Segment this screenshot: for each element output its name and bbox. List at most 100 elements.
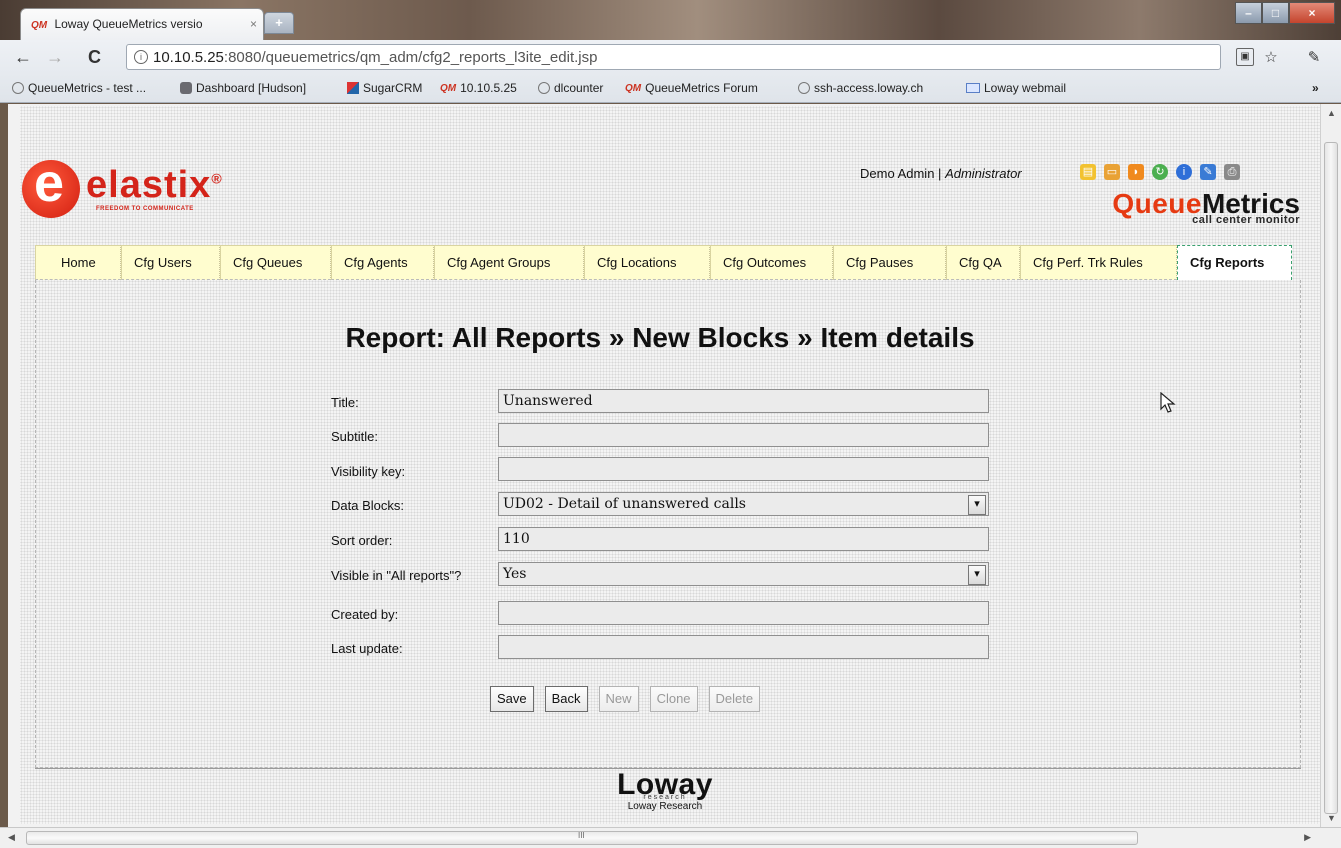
header-icon-bar: ▤ ▭ ◗ ↻ i ✎ ⎙: [1080, 164, 1240, 180]
browser-tab[interactable]: QM Loway QueueMetrics versio ×: [20, 8, 264, 40]
user-role: Administrator: [945, 166, 1022, 181]
cube-icon: [347, 82, 359, 94]
bookmark-label: 10.10.5.25: [460, 81, 517, 95]
link-icon[interactable]: ▭: [1104, 164, 1120, 180]
scroll-down-icon[interactable]: ▼: [1327, 813, 1336, 823]
browser-toolbar: ← → C i 10.10.5.25:8080/queuemetrics/qm_…: [0, 40, 1341, 103]
page-action-icon[interactable]: ▣: [1236, 48, 1254, 66]
wrench-icon[interactable]: ✎: [1305, 48, 1323, 66]
data-blocks-label: Data Blocks:: [331, 498, 404, 513]
bookmark-item[interactable]: Loway webmail: [966, 81, 1066, 95]
scroll-up-icon[interactable]: ▲: [1327, 108, 1336, 118]
bookmarks-overflow-button[interactable]: »: [1312, 81, 1319, 95]
bookmark-star-icon[interactable]: ☆: [1262, 48, 1280, 66]
bookmark-item[interactable]: dlcounter: [538, 81, 603, 95]
bookmark-item[interactable]: QM QueueMetrics Forum: [625, 81, 758, 95]
user-info: Demo Admin | Administrator: [860, 166, 1022, 181]
tab-cfg-reports[interactable]: Cfg Reports: [1177, 245, 1292, 280]
globe-icon: [538, 82, 550, 94]
sort-order-label: Sort order:: [331, 533, 393, 548]
registered-mark: ®: [211, 170, 223, 187]
footer-caption: Loway Research: [627, 801, 703, 812]
elastix-word: elastix: [86, 164, 212, 206]
tab-cfg-outcomes[interactable]: Cfg Outcomes: [710, 245, 833, 280]
bookmarks-bar: QueueMetrics - test ... Dashboard [Hudso…: [0, 74, 1341, 102]
tab-cfg-locations[interactable]: Cfg Locations: [584, 245, 710, 280]
close-window-icon[interactable]: ×: [1289, 2, 1335, 24]
envelope-icon: [966, 83, 980, 93]
data-blocks-select[interactable]: UD02 - Detail of unanswered calls: [498, 492, 989, 516]
globe-icon: [12, 82, 24, 94]
elastix-e-icon: [22, 152, 80, 218]
vertical-scrollbar[interactable]: ▲ ▼: [1320, 104, 1341, 827]
sort-order-input[interactable]: 110: [498, 527, 989, 551]
forward-arrow-icon[interactable]: →: [46, 47, 64, 68]
globe-icon: [798, 82, 810, 94]
tab-cfg-users[interactable]: Cfg Users: [121, 245, 220, 280]
loway-logo[interactable]: Loway research Loway Research: [600, 768, 730, 812]
back-button[interactable]: Back: [544, 686, 588, 712]
bookmark-item[interactable]: QM 10.10.5.25: [440, 81, 517, 95]
bookmark-label: dlcounter: [554, 81, 604, 95]
tab-cfg-agents[interactable]: Cfg Agents: [331, 245, 434, 280]
tab-cfg-agent-groups[interactable]: Cfg Agent Groups: [434, 245, 584, 280]
page-info-icon[interactable]: i: [134, 50, 148, 64]
tab-home[interactable]: Home: [35, 245, 121, 280]
minimize-icon[interactable]: –: [1235, 2, 1262, 24]
qm-icon: QM: [440, 82, 457, 94]
visibility-key-input[interactable]: [498, 457, 989, 481]
info-icon[interactable]: i: [1176, 164, 1192, 180]
subtitle-input[interactable]: [498, 423, 989, 447]
person-icon: [180, 82, 192, 94]
tab-cfg-queues[interactable]: Cfg Queues: [220, 245, 331, 280]
maximize-icon[interactable]: □: [1262, 2, 1289, 24]
print-icon[interactable]: ⎙: [1224, 164, 1240, 180]
bookmark-label: SugarCRM: [363, 81, 423, 95]
tab-cfg-qa[interactable]: Cfg QA: [946, 245, 1020, 280]
visible-in-all-reports-label: Visible in "All reports"?: [331, 568, 462, 583]
user-name: Demo Admin: [860, 166, 935, 181]
scroll-right-icon[interactable]: ▶: [1304, 832, 1311, 843]
vertical-scroll-thumb[interactable]: [1324, 142, 1338, 814]
scroll-left-icon[interactable]: ◀: [8, 832, 15, 843]
address-bar[interactable]: i 10.10.5.25:8080/queuemetrics/qm_adm/cf…: [126, 44, 1221, 70]
bookmark-item[interactable]: ssh-access.loway.ch: [798, 81, 923, 95]
horizontal-scrollbar[interactable]: ◀ III ▶: [0, 827, 1341, 848]
delete-button: Delete: [708, 686, 761, 712]
new-tab-button[interactable]: +: [264, 12, 294, 34]
tab-favicon-icon: QM: [31, 20, 48, 31]
page-title: Report: All Reports » New Blocks » Item …: [345, 322, 975, 353]
tab-cfg-pauses[interactable]: Cfg Pauses: [833, 245, 946, 280]
tab-close-icon[interactable]: ×: [250, 17, 257, 31]
bookmark-item[interactable]: QueueMetrics - test ...: [12, 81, 146, 95]
bookmark-item[interactable]: SugarCRM: [347, 81, 422, 95]
rss-icon[interactable]: ◗: [1128, 164, 1144, 180]
tools-icon[interactable]: ✎: [1200, 164, 1216, 180]
last-update-label: Last update:: [331, 641, 403, 656]
visible-in-all-reports-select[interactable]: Yes: [498, 562, 989, 586]
created-by-label: Created by:: [331, 607, 399, 622]
save-button[interactable]: Save: [490, 686, 534, 712]
qm-logo-queue: Queue: [1112, 188, 1202, 219]
url-host: 10.10.5.25: [153, 49, 224, 66]
queuemetrics-logo[interactable]: QueueMetrics call center monitor: [1050, 188, 1300, 226]
browser-title-bar: QM Loway QueueMetrics versio × + – □ ×: [0, 0, 1341, 40]
main-menu-tabs: Home Cfg Users Cfg Queues Cfg Agents Cfg…: [35, 245, 1292, 280]
bookmark-label: Loway webmail: [984, 81, 1067, 95]
clone-button: Clone: [649, 686, 698, 712]
tab-cfg-perf-trk-rules[interactable]: Cfg Perf. Trk Rules: [1020, 245, 1177, 280]
scroll-grip-icon: III: [578, 831, 585, 840]
tab-title: Loway QueueMetrics versio: [54, 17, 203, 31]
created-by-input: [498, 601, 989, 625]
subtitle-label: Subtitle:: [331, 429, 378, 444]
bookmark-label: QueueMetrics Forum: [645, 81, 758, 95]
bookmark-item[interactable]: Dashboard [Hudson]: [180, 81, 306, 95]
back-arrow-icon[interactable]: ←: [14, 47, 32, 68]
elastix-logo[interactable]: elastix® FREEDOM TO COMMUNICATE: [12, 152, 272, 224]
new-button: New: [598, 686, 639, 712]
refresh-icon[interactable]: ↻: [1152, 164, 1168, 180]
reload-icon[interactable]: C: [88, 47, 101, 68]
folder-icon[interactable]: ▤: [1080, 164, 1096, 180]
title-input[interactable]: Unanswered: [498, 389, 989, 413]
bookmark-label: QueueMetrics - test ...: [28, 81, 147, 95]
